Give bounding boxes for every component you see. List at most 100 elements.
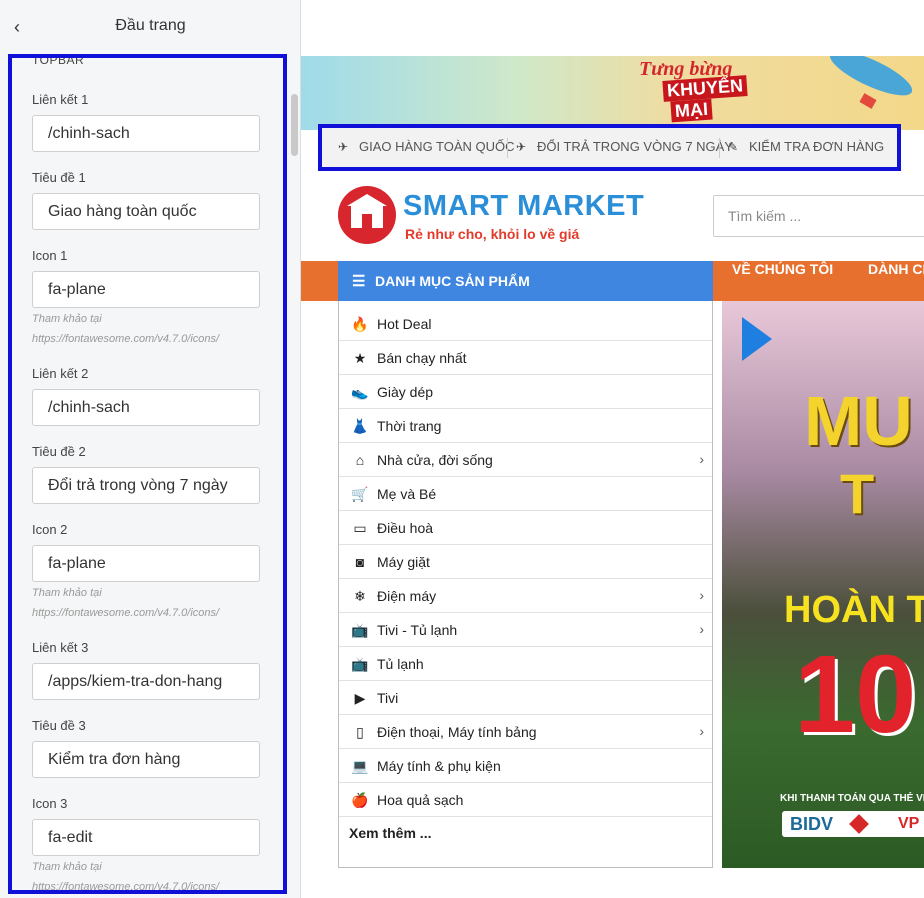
category-item[interactable]: ◙ Máy giặt bbox=[339, 545, 712, 579]
promo-text-1: MU bbox=[804, 382, 913, 460]
tv-icon: 📺 bbox=[351, 656, 369, 672]
play-screen-icon: ▶ bbox=[354, 690, 366, 706]
editor-header: ‹ Đầu trang bbox=[0, 0, 301, 54]
phone-icon: ▯ bbox=[356, 724, 364, 740]
category-label: Điện thoại, Máy tính bảng bbox=[377, 724, 537, 740]
category-item[interactable]: ★ Bán chạy nhất bbox=[339, 341, 712, 375]
diamond-icon bbox=[849, 814, 869, 834]
topbar-highlight: ✈ GIAO HÀNG TOÀN QUỐC ✈ ĐỔI TRẢ TRONG VÒNG… bbox=[318, 124, 901, 171]
category-label: Mẹ và Bé bbox=[377, 486, 437, 502]
category-label: Máy tính & phụ kiện bbox=[377, 758, 501, 774]
topbar-link-returns[interactable]: ✈ ĐỔI TRẢ TRONG VÒNG 7 NGÀY bbox=[516, 139, 733, 157]
nav-link-for[interactable]: DÀNH CH bbox=[868, 261, 924, 301]
search-input[interactable] bbox=[713, 195, 924, 237]
category-label: Tivi - Tủ lạnh bbox=[377, 622, 458, 638]
stroller-icon: 🛒 bbox=[351, 486, 369, 502]
promo-text-4: 10 bbox=[794, 633, 917, 756]
storefront-preview: Tưng bừng KHUYẾN MẠI ✈ GIAO HÀNG TOÀN QUỐ… bbox=[301, 0, 924, 898]
icon-2-hint: Tham khảo tại https://fontawesome.com/v4… bbox=[32, 583, 219, 623]
icon-2-label: Icon 2 bbox=[32, 522, 68, 537]
banner-line-2: KHUYẾN bbox=[662, 75, 748, 102]
category-item[interactable]: ▭ Điều hoà bbox=[339, 511, 712, 545]
topbar: ✈ GIAO HÀNG TOÀN QUỐC ✈ ĐỔI TRẢ TRONG VÒNG… bbox=[322, 128, 897, 167]
see-more-link[interactable]: Xem thêm ... bbox=[349, 825, 431, 841]
promo-text-2: T bbox=[840, 462, 875, 525]
link-1-input[interactable] bbox=[32, 115, 260, 152]
topbar-link-order-check[interactable]: ✎ KIỂM TRA ĐƠN HÀNG bbox=[728, 139, 884, 157]
link-2-input[interactable] bbox=[32, 389, 260, 426]
house-icon: ⌂ bbox=[355, 452, 365, 468]
category-label: Giày dép bbox=[377, 384, 434, 400]
link-3-input[interactable] bbox=[32, 663, 260, 700]
promo-text-3: HOÀN T bbox=[784, 589, 924, 631]
category-item[interactable]: ▯ Điện thoại, Máy tính bảng › bbox=[339, 715, 712, 749]
title-1-label: Tiêu đề 1 bbox=[32, 170, 86, 185]
category-item[interactable]: 👟 Giày dép bbox=[339, 375, 712, 409]
store-logo-icon[interactable] bbox=[338, 186, 396, 244]
best-buy-icon: ★ bbox=[353, 350, 367, 366]
category-item[interactable]: 🍎 Hoa quả sạch bbox=[339, 783, 712, 817]
category-item[interactable]: ▶ Tivi bbox=[339, 681, 712, 715]
category-label: Thời trang bbox=[377, 418, 442, 434]
title-2-label: Tiêu đề 2 bbox=[32, 444, 86, 459]
chevron-right-icon[interactable]: › bbox=[699, 621, 704, 637]
title-2-input[interactable] bbox=[32, 467, 260, 504]
title-3-input[interactable] bbox=[32, 741, 260, 778]
category-item[interactable]: 📺 Tivi - Tủ lạnh › bbox=[339, 613, 712, 647]
chevron-right-icon[interactable]: › bbox=[699, 451, 704, 467]
icon-3-hint: Tham khảo tại https://fontawesome.com/v4… bbox=[32, 857, 219, 890]
icon-2-hint-text: Tham khảo tại bbox=[32, 587, 102, 599]
category-label: Điều hoà bbox=[377, 520, 434, 536]
icon-2-input[interactable] bbox=[32, 545, 260, 582]
section-title: TOPBAR bbox=[32, 54, 85, 67]
category-item[interactable]: 📺 Tủ lạnh bbox=[339, 647, 712, 681]
chevron-right-icon[interactable]: › bbox=[699, 587, 704, 603]
category-item[interactable]: ❄ Điện máy › bbox=[339, 579, 712, 613]
icon-3-hint-link[interactable]: https://fontawesome.com/v4.7.0/icons/ bbox=[32, 877, 219, 890]
laptop-icon: 💻 bbox=[351, 758, 369, 774]
category-menu-label: DANH MỤC SẢN PHẨM bbox=[375, 273, 530, 289]
link-1-label: Liên kết 1 bbox=[32, 92, 89, 107]
icon-3-label: Icon 3 bbox=[32, 796, 68, 811]
title-1-input[interactable] bbox=[32, 193, 260, 230]
logo-door bbox=[362, 214, 372, 228]
editor-scroll-thumb[interactable] bbox=[291, 94, 298, 156]
icon-2-hint-link[interactable]: https://fontawesome.com/v4.7.0/icons/ bbox=[32, 603, 219, 623]
title-3-label: Tiêu đề 3 bbox=[32, 718, 86, 733]
category-item[interactable]: 🛒 Mẹ và Bé bbox=[339, 477, 712, 511]
category-menu-button[interactable]: ☰ DANH MỤC SẢN PHẨM bbox=[338, 261, 713, 301]
editor-title: Đầu trang bbox=[115, 17, 186, 34]
icon-1-input[interactable] bbox=[32, 271, 260, 308]
category-item[interactable]: ⌂ Nhà cửa, đời sống › bbox=[339, 443, 712, 477]
main-nav: ☰ DANH MỤC SẢN PHẨM VỀ CHÚNG TÔI DÀNH CH bbox=[301, 261, 924, 301]
category-item[interactable]: 🔥 Hot Deal bbox=[339, 307, 712, 341]
category-item[interactable]: 💻 Máy tính & phụ kiện bbox=[339, 749, 712, 783]
editor-panel: ‹ Đầu trang TOPBAR Liên kết 1 Tiêu đề 1 … bbox=[0, 0, 301, 898]
dress-icon: 👗 bbox=[351, 418, 369, 434]
banner-line-3: MẠI bbox=[670, 98, 713, 123]
topbar-link-shipping[interactable]: ✈ GIAO HÀNG TOÀN QUỐC bbox=[338, 139, 515, 157]
category-item[interactable]: 👗 Thời trang bbox=[339, 409, 712, 443]
plane-icon: ✈ bbox=[516, 140, 527, 154]
topbar-link-label: KIỂM TRA ĐƠN HÀNG bbox=[749, 139, 885, 154]
hero-promo-image[interactable]: MU T HOÀN T 10 KHI THANH TOÁN QUA THẺ VI… bbox=[722, 301, 924, 868]
chevron-right-icon[interactable]: › bbox=[699, 723, 704, 739]
flag-decoration bbox=[859, 93, 877, 109]
snowflake-icon: ❄ bbox=[354, 588, 366, 604]
menu-icon: ☰ bbox=[352, 273, 366, 290]
icon-3-input[interactable] bbox=[32, 819, 260, 856]
topbar-settings-highlight: TOPBAR Liên kết 1 Tiêu đề 1 Icon 1 Tham … bbox=[8, 54, 287, 894]
promo-banner[interactable]: Tưng bừng KHUYẾN MẠI bbox=[301, 56, 924, 130]
icon-1-hint-link[interactable]: https://fontawesome.com/v4.7.0/icons/ bbox=[32, 329, 219, 349]
store-tagline: Rẻ như cho, khỏi lo về giá bbox=[405, 226, 580, 242]
store-name[interactable]: SMART MARKET bbox=[403, 190, 644, 223]
nav-link-about[interactable]: VỀ CHÚNG TÔI bbox=[732, 261, 833, 301]
category-label: Tivi bbox=[377, 690, 399, 706]
topbar-divider bbox=[507, 138, 508, 158]
editor-scrollbar[interactable] bbox=[290, 56, 298, 896]
topbar-link-label: GIAO HÀNG TOÀN QUỐC bbox=[359, 139, 515, 154]
icon-1-label: Icon 1 bbox=[32, 248, 68, 263]
category-label: Bán chạy nhất bbox=[377, 350, 467, 366]
washing-machine-icon: ◙ bbox=[355, 554, 365, 570]
vp-logo: VP bbox=[898, 815, 920, 832]
